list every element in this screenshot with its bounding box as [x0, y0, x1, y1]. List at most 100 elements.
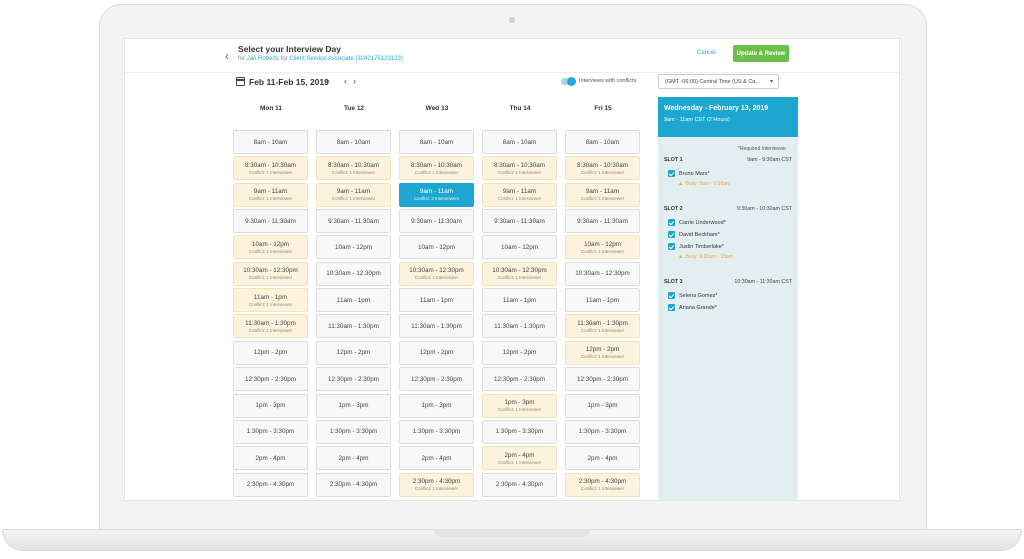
calendar-icon[interactable]	[236, 77, 245, 86]
time-slot[interactable]: 2pm - 4pm	[399, 446, 474, 471]
time-slot[interactable]: 12pm - 2pm	[233, 340, 308, 365]
checkbox-checked-icon[interactable]	[668, 243, 675, 250]
time-slot[interactable]: 11am - 1pm	[565, 288, 640, 313]
time-slot[interactable]: 10am - 12pm	[399, 235, 474, 260]
time-slot[interactable]: 8:30am - 10:30am Conflict: 1 Interviewer	[233, 156, 308, 181]
time-slot[interactable]: 1pm - 3pm	[233, 393, 308, 418]
time-slot[interactable]: 2pm - 4pm	[565, 446, 640, 471]
next-week-icon[interactable]: ›	[353, 76, 356, 86]
time-slot[interactable]: 9:30am - 11:30am	[399, 209, 474, 234]
time-slot[interactable]: 2pm - 4pm	[316, 446, 391, 471]
time-slot[interactable]: 9am - 11am Conflict: 1 Interviewer	[316, 182, 391, 207]
time-slot[interactable]: 2pm - 4pm	[233, 446, 308, 471]
time-slot[interactable]: 1pm - 3pm Conflict: 1 Interviewer	[482, 393, 557, 418]
time-slot[interactable]: 2:30pm - 4:30pm Conflict: 1 Interviewer	[565, 472, 640, 497]
time-slot[interactable]: 2:30pm - 4:30pm	[233, 472, 308, 497]
checkbox-checked-icon[interactable]	[668, 292, 675, 299]
time-slot[interactable]: 2pm - 4pm Conflict: 1 Interviewer	[482, 446, 557, 471]
time-slot[interactable]: 11:30am - 1:30pm	[399, 314, 474, 339]
interviewer-row[interactable]: Bruno Mars*	[668, 170, 710, 177]
time-slot[interactable]: 8:30am - 10:30am Conflict: 1 Interviewer	[316, 156, 391, 181]
time-slot-label: 10:30am - 12:30pm	[409, 267, 464, 275]
time-slot[interactable]: 11am - 1pm Conflict: 1 Interviewer	[233, 288, 308, 313]
time-slot[interactable]: 12pm - 2pm	[482, 340, 557, 365]
checkbox-checked-icon[interactable]	[668, 231, 675, 238]
time-slot[interactable]: 10am - 12pm Conflict: 1 Interviewer	[233, 235, 308, 260]
time-slot[interactable]: 8am - 10am	[565, 130, 640, 154]
checkbox-checked-icon[interactable]	[668, 304, 675, 311]
time-slot[interactable]: 12pm - 2pm Conflict: 1 Interviewer	[565, 340, 640, 365]
interviewer-row[interactable]: Carrie Underwood*	[668, 219, 726, 226]
time-slot[interactable]: 10am - 12pm Conflict: 1 Interviewer	[565, 235, 640, 260]
time-slot[interactable]: 8am - 10am	[316, 130, 391, 154]
time-slot-label: 10am - 12pm	[583, 240, 622, 248]
time-slot[interactable]: 1:30pm - 3:30pm	[233, 419, 308, 444]
time-slot[interactable]: 9:30am - 11:30am	[565, 209, 640, 234]
time-slot[interactable]: 12pm - 2pm	[399, 340, 474, 365]
time-slot[interactable]: 10:30am - 12:30pm Conflict: 1 Interviewer	[482, 261, 557, 286]
time-slot[interactable]: 8am - 10am	[233, 130, 308, 154]
time-slot[interactable]: 11:30am - 1:30pm	[482, 314, 557, 339]
time-slot[interactable]: 10am - 12pm	[482, 235, 557, 260]
time-slot[interactable]: 8:30am - 10:30am Conflict: 1 Interviewer	[565, 156, 640, 181]
time-slot[interactable]: 2:30pm - 4:30pm	[316, 472, 391, 497]
timezone-select[interactable]: (GMT -06:00) Central Time (US & Ca... ▾	[658, 74, 779, 89]
prev-week-icon[interactable]: ‹	[344, 76, 347, 86]
time-slot[interactable]: 8:30am - 10:30am Conflict: 1 Interviewer	[399, 156, 474, 181]
time-slot[interactable]: 12:30pm - 2:30pm	[399, 367, 474, 392]
day-header: Wed 13	[425, 105, 449, 112]
time-slot[interactable]: 12pm - 2pm	[316, 340, 391, 365]
time-slot[interactable]: 12:30pm - 2:30pm	[482, 367, 557, 392]
time-slot[interactable]: 11:30am - 1:30pm	[316, 314, 391, 339]
time-slot[interactable]: 12:30pm - 2:30pm	[233, 367, 308, 392]
time-slot[interactable]: 9:30am - 11:30am	[233, 209, 308, 234]
time-slot[interactable]: 11am - 1pm	[399, 288, 474, 313]
time-slot[interactable]: 1:30pm - 3:30pm	[399, 419, 474, 444]
day-header: Thu 14	[509, 105, 531, 112]
update-review-button[interactable]: Update & Review	[733, 45, 789, 62]
checkbox-checked-icon[interactable]	[668, 170, 675, 177]
interviewer-row[interactable]: Justin Timberlake*	[668, 243, 724, 250]
time-slot[interactable]: 2:30pm - 4:30pm	[482, 472, 557, 497]
time-slot[interactable]: 1:30pm - 3:30pm	[316, 419, 391, 444]
candidate-link[interactable]: Jan Roberts	[247, 56, 279, 62]
time-slot[interactable]: 11am - 1pm	[482, 288, 557, 313]
time-slot[interactable]: 9am - 11am Conflict: 2 Interviewers	[399, 182, 474, 207]
interviewer-row[interactable]: David Beckham*	[668, 231, 720, 238]
time-slot[interactable]: 9am - 11am Conflict: 1 Interviewer	[565, 182, 640, 207]
time-slot[interactable]: 12:30pm - 2:30pm	[316, 367, 391, 392]
time-slot[interactable]: 1:30pm - 3:30pm	[565, 419, 640, 444]
time-slot[interactable]: 11:30am - 1:30pm Conflict: 1 Interviewer	[565, 314, 640, 339]
time-slot[interactable]: 11:30am - 1:30pm Conflict: 1 Interviewer	[233, 314, 308, 339]
time-slot[interactable]: 2:30pm - 4:30pm Conflict: 1 Interviewer	[399, 472, 474, 497]
cancel-button[interactable]: Cancel	[697, 50, 716, 56]
time-slot[interactable]: 8:30am - 10:30am Conflict: 1 Interviewer	[482, 156, 557, 181]
time-slot[interactable]: 1pm - 3pm	[316, 393, 391, 418]
time-slot[interactable]: 12:30pm - 2:30pm	[565, 367, 640, 392]
time-slot[interactable]: 10:30am - 12:30pm Conflict: 1 Interviewer	[233, 261, 308, 286]
time-slot[interactable]: 10am - 12pm	[316, 235, 391, 260]
time-slot[interactable]: 10:30am - 12:30pm	[316, 261, 391, 286]
interviewer-row[interactable]: Selena Gomez*	[668, 292, 718, 299]
conflicts-toggle[interactable]	[561, 77, 576, 86]
date-range-label[interactable]: Feb 11-Feb 15, 2019	[249, 77, 329, 87]
time-slot[interactable]: 10:30am - 12:30pm Conflict: 1 Interviewer	[399, 261, 474, 286]
time-slot[interactable]: 8am - 10am	[482, 130, 557, 154]
time-slot[interactable]: 9am - 11am Conflict: 1 Interviewer	[233, 182, 308, 207]
checkbox-checked-icon[interactable]	[668, 219, 675, 226]
time-slot-label: 2:30pm - 4:30pm	[412, 478, 461, 486]
time-slot[interactable]: 11am - 1pm	[316, 288, 391, 313]
time-slot[interactable]: 1pm - 3pm	[399, 393, 474, 418]
time-slot[interactable]: 10:30am - 12:30pm	[565, 261, 640, 286]
position-link[interactable]: Client Service Associate (3242175123123)	[289, 56, 402, 62]
time-slot[interactable]: 9:30am - 11:30am	[482, 209, 557, 234]
time-slot[interactable]: 1pm - 3pm	[565, 393, 640, 418]
back-arrow-icon[interactable]: ‹	[225, 49, 229, 63]
interviewer-row[interactable]: Ariana Grande*	[668, 304, 717, 311]
time-slot[interactable]: 9am - 11am Conflict: 1 Interviewer	[482, 182, 557, 207]
time-slot[interactable]: 9:30am - 11:30am	[316, 209, 391, 234]
time-slot[interactable]: 8am - 10am	[399, 130, 474, 154]
time-slot-label: 11am - 1pm	[585, 296, 620, 304]
time-slot[interactable]: 1:30pm - 3:30pm	[482, 419, 557, 444]
caret-down-icon[interactable]: ▾	[326, 78, 330, 86]
